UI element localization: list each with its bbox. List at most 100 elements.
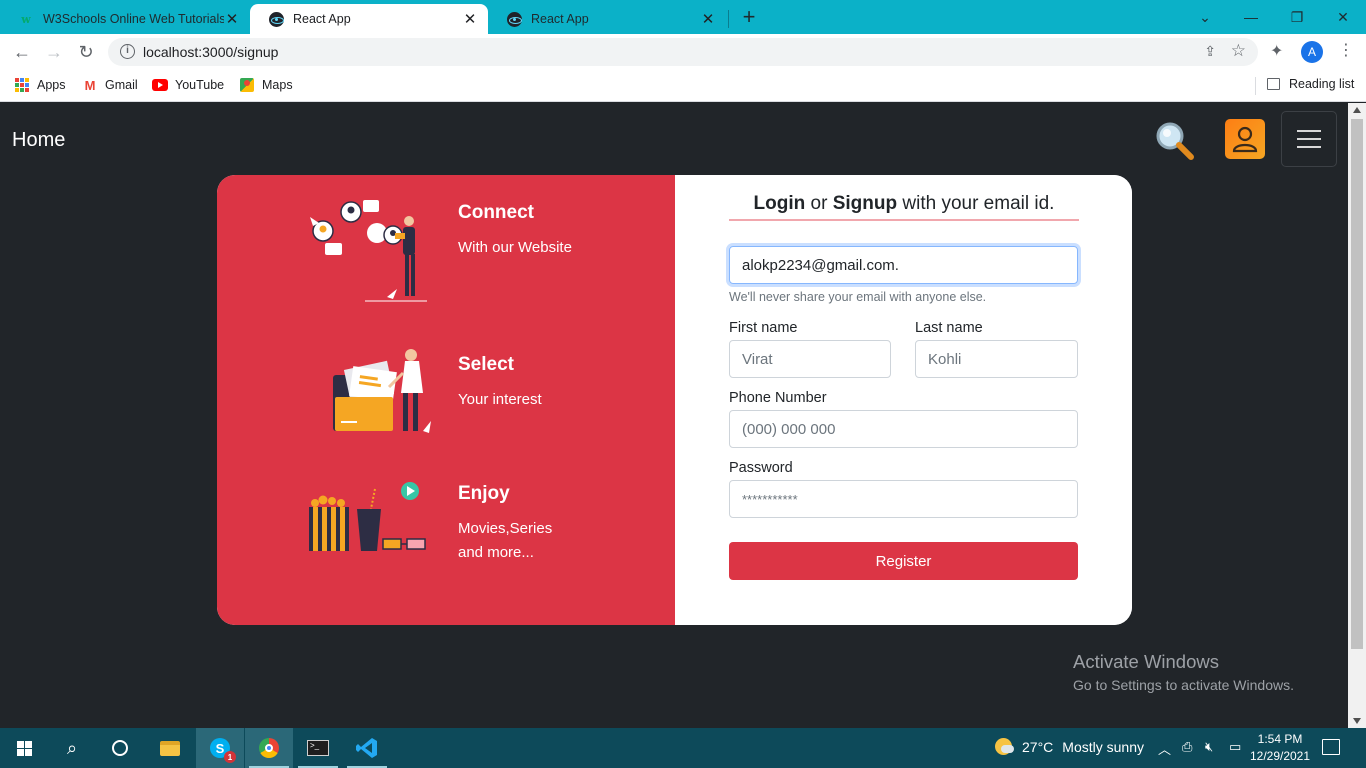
scroll-thumb[interactable]: [1351, 119, 1363, 649]
bookmarks-bar: Apps M Gmail YouTube Maps Reading list: [0, 70, 1366, 102]
bookmark-star-icon[interactable]: ☆: [1231, 41, 1246, 61]
reading-list-button[interactable]: Reading list: [1267, 77, 1354, 91]
task-view-icon[interactable]: [96, 728, 144, 768]
chrome-menu-icon[interactable]: ⋮: [1338, 40, 1354, 60]
select-folder-illustration-icon: [329, 347, 439, 442]
weather-text: Mostly sunny: [1062, 738, 1144, 755]
feature-subtitle: Movies,Series and more...: [458, 517, 552, 565]
bookmark-youtube[interactable]: YouTube: [152, 77, 224, 93]
first-name-input[interactable]: Virat: [729, 340, 891, 378]
clock-time: 1:54 PM: [1257, 732, 1303, 746]
bookmark-separator: [1255, 77, 1256, 95]
notification-center-icon[interactable]: [1322, 739, 1340, 755]
tab-react-app[interactable]: React App ✕: [488, 4, 726, 34]
windows-taskbar: ⌕ S 1 >_ 27°C Mostly sunny ︿ ⎙ 🔇︎ ▭ 1:54…: [0, 728, 1366, 768]
phone-input[interactable]: (000) 000 000: [729, 410, 1078, 448]
tab-title: React App: [293, 12, 351, 26]
tab-title: React App: [531, 12, 589, 26]
tab-w3schools[interactable]: w W3Schools Online Web Tutorials ✕: [0, 4, 250, 34]
phone-label: Phone Number: [729, 390, 827, 406]
user-profile-icon[interactable]: [1225, 119, 1265, 159]
bookmark-maps[interactable]: Maps: [239, 77, 293, 93]
search-taskbar-icon[interactable]: ⌕: [48, 728, 96, 768]
system-clock[interactable]: 1:54 PM 12/29/2021: [1247, 731, 1313, 765]
feature-title: Enjoy: [458, 483, 510, 504]
signup-form-panel: Login or Signup with your email id. alok…: [675, 175, 1132, 625]
bookmark-label: Apps: [37, 78, 66, 92]
back-arrow-icon[interactable]: ←: [10, 40, 34, 64]
navbar-toggler-menu-icon[interactable]: [1281, 111, 1337, 167]
reload-icon[interactable]: ↻: [74, 40, 98, 64]
file-explorer-icon[interactable]: [146, 728, 194, 768]
feature-select: Select Your interest: [458, 354, 542, 412]
scroll-down-arrow-icon[interactable]: [1353, 718, 1361, 724]
terminal-taskbar-icon[interactable]: >_: [294, 728, 342, 768]
meet-now-icon[interactable]: ⎙: [1182, 739, 1192, 755]
first-name-label: First name: [729, 320, 798, 336]
close-tab-icon[interactable]: ✕: [700, 10, 716, 28]
windows-logo-icon: [16, 740, 32, 756]
weather-temp: 27°C: [1022, 738, 1054, 755]
close-tab-icon[interactable]: ✕: [462, 10, 478, 28]
connect-illustration-icon: [305, 197, 435, 312]
navbar-brand-home-link[interactable]: Home: [12, 129, 65, 152]
clock-date: 12/29/2021: [1249, 749, 1311, 763]
close-window-button[interactable]: ✕: [1320, 0, 1366, 34]
form-heading: Login or Signup with your email id.: [729, 193, 1079, 221]
extensions-puzzle-icon[interactable]: ✦: [1270, 41, 1283, 61]
bookmark-apps[interactable]: Apps: [14, 77, 66, 93]
skype-taskbar-icon[interactable]: S 1: [196, 728, 244, 768]
volume-muted-icon[interactable]: 🔇︎: [1205, 739, 1213, 755]
password-label: Password: [729, 460, 793, 476]
weather-widget[interactable]: 27°C Mostly sunny: [995, 738, 1144, 755]
register-button[interactable]: Register: [729, 542, 1078, 580]
w3schools-icon: w: [21, 12, 31, 26]
last-name-input[interactable]: Kohli: [915, 340, 1078, 378]
profile-avatar[interactable]: A: [1301, 41, 1323, 63]
maps-icon: [239, 77, 255, 93]
chrome-taskbar-icon[interactable]: [245, 728, 293, 768]
page-scrollbar[interactable]: [1348, 103, 1366, 728]
minimize-button[interactable]: —: [1228, 0, 1274, 34]
reading-list-label: Reading list: [1289, 77, 1355, 91]
vscode-taskbar-icon[interactable]: [343, 728, 391, 768]
network-icon[interactable]: ▭: [1229, 739, 1241, 755]
start-button[interactable]: [0, 728, 48, 768]
feature-subtitle-line: and more...: [458, 544, 534, 561]
youtube-icon: [152, 77, 168, 93]
new-tab-button[interactable]: +: [738, 6, 760, 28]
email-field[interactable]: alokp2234@gmail.com.: [729, 246, 1078, 284]
last-name-label: Last name: [915, 320, 983, 336]
feature-subtitle: With our Website: [458, 239, 572, 256]
browser-tab-strip: w W3Schools Online Web Tutorials ✕ React…: [0, 0, 1366, 34]
bookmark-gmail[interactable]: M Gmail: [82, 77, 138, 93]
skype-badge: 1: [224, 751, 236, 763]
bookmark-label: Maps: [262, 78, 293, 92]
reading-list-icon: [1267, 78, 1280, 90]
heading-or: or: [805, 193, 833, 214]
features-panel: Connect With our Website Select Your int…: [217, 175, 675, 625]
forward-arrow-icon[interactable]: →: [42, 40, 66, 64]
email-help-text: We'll never share your email with anyone…: [729, 290, 987, 304]
heading-login: Login: [753, 193, 806, 214]
react-icon: [506, 11, 522, 27]
site-info-icon[interactable]: i: [120, 44, 135, 59]
show-hidden-icons-chevron-icon[interactable]: ︿: [1158, 739, 1171, 758]
feature-enjoy: Enjoy Movies,Series and more...: [458, 483, 552, 565]
search-magnifier-icon[interactable]: [1152, 119, 1196, 163]
tab-separator: [728, 10, 729, 28]
close-tab-icon[interactable]: ✕: [224, 10, 240, 28]
restore-button[interactable]: ❐: [1274, 0, 1320, 34]
address-bar[interactable]: i localhost:3000/signup ⇪ ☆: [108, 38, 1258, 66]
tab-search-chevron-icon[interactable]: ⌄: [1182, 0, 1228, 34]
scroll-up-arrow-icon[interactable]: [1353, 107, 1361, 113]
partly-sunny-icon: [995, 738, 1014, 755]
tab-react-app-active[interactable]: React App ✕: [250, 4, 488, 34]
share-icon[interactable]: ⇪: [1204, 43, 1216, 60]
heading-signup: Signup: [832, 193, 898, 214]
feature-title: Select: [458, 354, 514, 375]
password-input[interactable]: ***********: [729, 480, 1078, 518]
enjoy-popcorn-illustration-icon: [305, 477, 435, 562]
bookmark-label: Gmail: [105, 78, 138, 92]
page-content: Home Connect With our Website Select You…: [0, 103, 1348, 728]
